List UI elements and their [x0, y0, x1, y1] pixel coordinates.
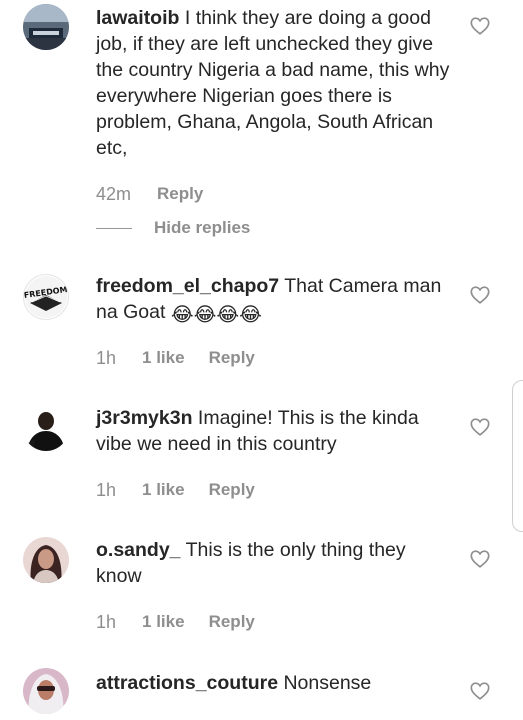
avatar-j3r3myk3n[interactable]: [23, 405, 69, 451]
avatar-attractions_couture[interactable]: [23, 668, 69, 714]
comment-time: 1h: [96, 611, 117, 632]
comment-username[interactable]: attractions_couture: [96, 672, 278, 694]
heart-outline-icon[interactable]: [469, 680, 491, 702]
comment-username[interactable]: o.sandy_: [96, 539, 181, 561]
comment-meta: 1h 1 like Reply: [96, 346, 255, 370]
comment-text: freedom_el_chapo7 That Camera man na Goa…: [96, 273, 456, 328]
heart-outline-icon[interactable]: [469, 548, 491, 570]
reply-button[interactable]: Reply: [209, 348, 255, 368]
reply-button[interactable]: Reply: [209, 612, 255, 632]
comment-text: o.sandy_ This is the only thing they kno…: [96, 537, 456, 589]
likes-count[interactable]: 1 like: [142, 612, 185, 632]
edge-scroll-handle[interactable]: [512, 380, 523, 532]
laughing-emoji-icon: 😂😂😂😂: [170, 304, 262, 326]
heart-outline-icon[interactable]: [469, 416, 491, 438]
comment-time: 42m: [96, 183, 132, 204]
comment-username[interactable]: j3r3myk3n: [96, 407, 192, 429]
heart-outline-icon[interactable]: [469, 284, 491, 306]
comment-username[interactable]: lawaitoib: [96, 7, 179, 29]
divider-line: [96, 227, 132, 229]
avatar-freedom_el_chapo7[interactable]: FREEDOM: [23, 274, 69, 320]
comment-body: Nonsense: [278, 672, 372, 694]
reply-button[interactable]: Reply: [157, 184, 203, 204]
comment-text: attractions_couture Nonsense: [96, 670, 456, 696]
likes-count[interactable]: 1 like: [142, 480, 185, 500]
comment-time: 1h: [96, 479, 117, 500]
reply-button[interactable]: Reply: [209, 480, 255, 500]
comment-username[interactable]: freedom_el_chapo7: [96, 275, 279, 297]
likes-count[interactable]: 1 like: [142, 348, 185, 368]
comment-text: lawaitoib I think they are doing a good …: [96, 5, 456, 161]
heart-outline-icon[interactable]: [469, 15, 491, 37]
comment-body: I think they are doing a good job, if th…: [96, 7, 450, 159]
avatar-o.sandy_[interactable]: [23, 537, 69, 583]
comment-meta: 1h 1 like Reply: [96, 610, 255, 634]
hide-replies-button[interactable]: Hide replies: [96, 216, 250, 240]
comment-meta: 42m Reply: [96, 182, 203, 206]
hide-replies-label: Hide replies: [154, 218, 251, 237]
avatar-lawaitoib[interactable]: [23, 4, 69, 50]
comment-text: j3r3myk3n Imagine! This is the kinda vib…: [96, 405, 456, 457]
comment-time: 1h: [96, 347, 117, 368]
comment-meta: 1h 1 like Reply: [96, 478, 255, 502]
